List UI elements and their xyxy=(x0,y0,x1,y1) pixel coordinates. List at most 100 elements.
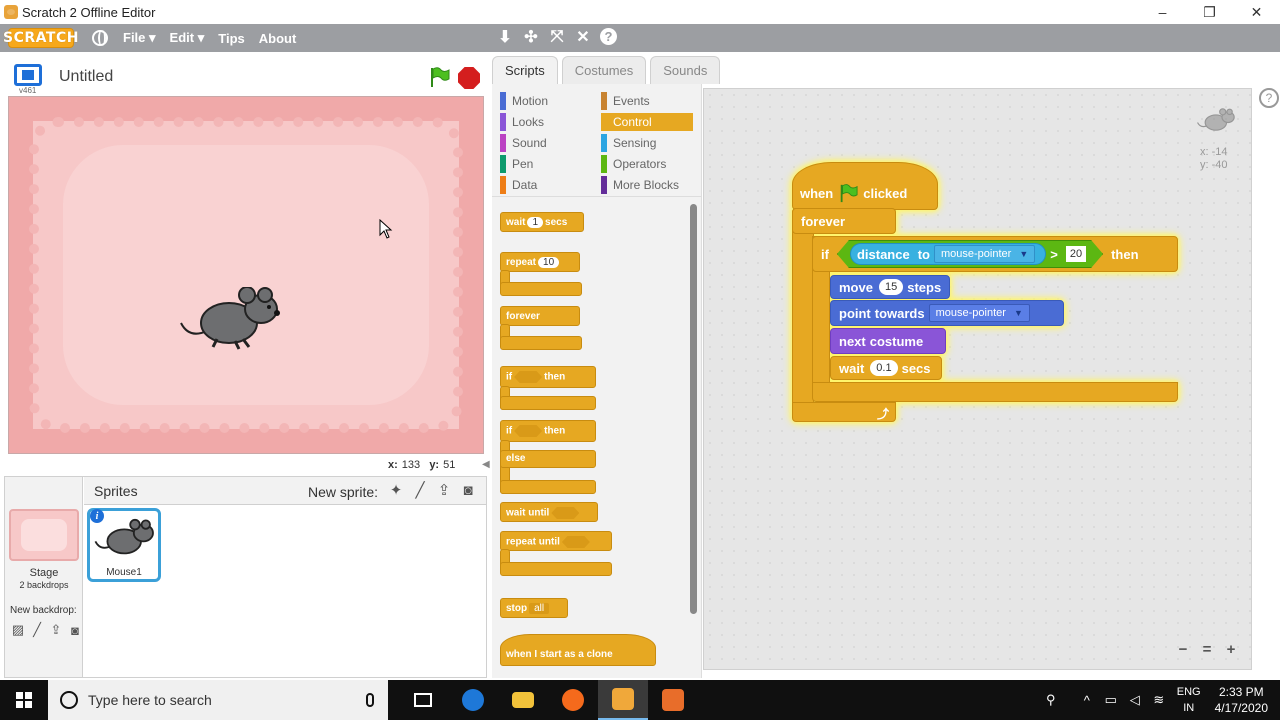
category-control[interactable]: Control xyxy=(601,113,693,131)
next-costume-block[interactable]: next costume xyxy=(830,328,946,354)
tab-sounds[interactable]: Sounds xyxy=(650,56,721,84)
distance-to-reporter[interactable]: distance to mouse-pointer ▼ xyxy=(850,243,1046,265)
search-placeholder: Type here to search xyxy=(88,692,212,708)
wait-secs-block[interactable]: wait 0.1 secs xyxy=(830,356,942,380)
menu-about[interactable]: About xyxy=(259,31,297,46)
zoom-out-icon[interactable]: − xyxy=(1174,640,1192,658)
palette-wait-until-block[interactable]: wait until xyxy=(500,502,598,522)
palette-clone-hat-block[interactable]: when I start as a clone xyxy=(500,634,656,666)
sprites-header: Sprites New sprite: ✦ ╱ ⇪ ◙ xyxy=(84,477,486,505)
point-towards-dropdown[interactable]: mouse-pointer ▼ xyxy=(928,304,1030,322)
stage-x: 133 xyxy=(401,459,421,471)
category-motion[interactable]: Motion xyxy=(500,92,596,110)
threshold-input[interactable]: 20 xyxy=(1066,246,1086,262)
taskbar-firefox[interactable] xyxy=(548,680,598,720)
task-view-icon xyxy=(414,693,432,707)
palette-forever-block[interactable]: forever xyxy=(500,306,580,326)
category-operators[interactable]: Operators xyxy=(601,155,693,173)
language-indicator[interactable]: ENG IN xyxy=(1177,684,1201,716)
taskbar-scratch[interactable] xyxy=(598,680,648,720)
category-data[interactable]: Data xyxy=(500,176,596,194)
palette-repeat-block[interactable]: repeat 10 xyxy=(500,252,580,272)
help-icon[interactable]: ? xyxy=(1259,88,1279,108)
stamp-icon[interactable]: ⬇ xyxy=(496,26,514,48)
loop-arrow-icon: ⤴ xyxy=(877,407,890,421)
paint-sprite-icon[interactable]: ╱ xyxy=(411,481,429,499)
taskbar-edge[interactable] xyxy=(448,680,498,720)
sprite-name: Mouse1 xyxy=(106,567,142,578)
move-steps-block[interactable]: move 15 steps xyxy=(830,275,950,299)
menu-edit[interactable]: Edit ▾ xyxy=(170,30,205,46)
zoom-reset-icon[interactable]: = xyxy=(1198,640,1216,658)
move-steps-input[interactable]: 15 xyxy=(878,279,904,295)
shrink-icon[interactable]: ✕ xyxy=(574,26,592,48)
point-towards-block[interactable]: point towards mouse-pointer ▼ xyxy=(830,300,1064,326)
menu-file[interactable]: File ▾ xyxy=(123,30,156,46)
wait-secs-input[interactable]: 0.1 xyxy=(870,360,898,376)
sprite-x-readout: x: -14 xyxy=(1200,146,1228,158)
clock[interactable]: 2:33 PM 4/17/2020 xyxy=(1215,684,1268,716)
volume-icon[interactable]: ◁ xyxy=(1123,692,1147,708)
task-view-button[interactable] xyxy=(398,680,448,720)
sprite-library-icon[interactable]: ✦ xyxy=(387,481,405,499)
script-area[interactable] xyxy=(703,88,1252,670)
title-bar: Scratch 2 Offline Editor – ❐ ✕ xyxy=(0,0,1280,24)
mouse-sprite[interactable] xyxy=(177,287,287,351)
zoom-in-icon[interactable]: + xyxy=(1222,640,1240,658)
greater-than-operator[interactable]: distance to mouse-pointer ▼ > 20 xyxy=(837,240,1103,268)
globe-icon[interactable] xyxy=(92,30,108,46)
sprite-thumbnail-mouse1[interactable]: i Mouse1 xyxy=(87,508,161,582)
project-title[interactable]: Untitled xyxy=(59,68,113,86)
window-title: Scratch 2 Offline Editor xyxy=(22,4,156,20)
fullscreen-icon[interactable] xyxy=(14,64,42,86)
palette-repeat-until-block[interactable]: repeat until xyxy=(500,531,612,551)
palette-stop-block[interactable]: stop all xyxy=(500,598,568,618)
palette-if-block[interactable]: if then xyxy=(500,366,596,388)
when-flag-clicked-block[interactable]: when clicked xyxy=(792,162,938,210)
if-then-block[interactable]: if distance to mouse-pointer ▼ > 20 then xyxy=(812,236,1178,272)
stage-canvas[interactable] xyxy=(8,96,484,454)
chevron-up-icon[interactable]: ^ xyxy=(1075,693,1099,708)
help-icon[interactable]: ? xyxy=(600,28,617,45)
palette-if-else-block[interactable]: if then xyxy=(500,420,596,442)
grow-icon[interactable]: ⤧ xyxy=(548,26,566,48)
category-events[interactable]: Events xyxy=(601,92,693,110)
camera-backdrop-icon[interactable]: ◙ xyxy=(67,622,83,638)
taskbar-search[interactable]: Type here to search xyxy=(48,680,388,720)
stage-thumbnail[interactable] xyxy=(9,509,79,561)
tab-scripts[interactable]: Scripts xyxy=(492,56,558,84)
menu-tips[interactable]: Tips xyxy=(218,31,245,46)
stage-backdrop-center xyxy=(63,145,429,405)
taskbar-file-explorer[interactable] xyxy=(498,680,548,720)
battery-icon[interactable]: ▭ xyxy=(1099,692,1123,708)
minimize-button[interactable]: – xyxy=(1139,0,1186,24)
green-flag-icon[interactable] xyxy=(428,66,450,88)
upload-sprite-icon[interactable]: ⇪ xyxy=(435,481,453,499)
palette-scrollbar[interactable] xyxy=(690,204,697,614)
forever-block[interactable]: forever xyxy=(792,208,896,234)
cut-icon[interactable]: ✣ xyxy=(522,26,540,48)
category-looks[interactable]: Looks xyxy=(500,113,596,131)
taskbar-recorder[interactable] xyxy=(648,680,698,720)
scratch-cat-icon xyxy=(612,688,634,710)
close-button[interactable]: ✕ xyxy=(1233,0,1280,24)
stop-icon[interactable] xyxy=(458,67,480,89)
category-pen[interactable]: Pen xyxy=(500,155,596,173)
tab-costumes[interactable]: Costumes xyxy=(561,56,647,84)
distance-target-dropdown[interactable]: mouse-pointer ▼ xyxy=(934,245,1035,263)
microphone-icon[interactable] xyxy=(366,693,374,707)
scratch-logo[interactable]: SCRATCH xyxy=(3,28,78,48)
people-icon[interactable]: ⚲ xyxy=(1039,692,1063,708)
category-sound[interactable]: Sound xyxy=(500,134,596,152)
upload-backdrop-icon[interactable]: ⇪ xyxy=(48,622,64,638)
camera-sprite-icon[interactable]: ◙ xyxy=(459,481,477,499)
category-more-blocks[interactable]: More Blocks xyxy=(601,176,693,194)
start-button[interactable] xyxy=(0,680,48,720)
backdrop-library-icon[interactable]: ▨ xyxy=(10,622,26,638)
palette-wait-block[interactable]: wait 1 secs xyxy=(500,212,584,232)
wifi-icon[interactable]: ≋ xyxy=(1147,692,1171,708)
category-sensing[interactable]: Sensing xyxy=(601,134,693,152)
maximize-button[interactable]: ❐ xyxy=(1186,0,1233,24)
paint-backdrop-icon[interactable]: ╱ xyxy=(29,622,45,638)
collapse-stage-icon[interactable]: ◀ xyxy=(482,459,490,471)
